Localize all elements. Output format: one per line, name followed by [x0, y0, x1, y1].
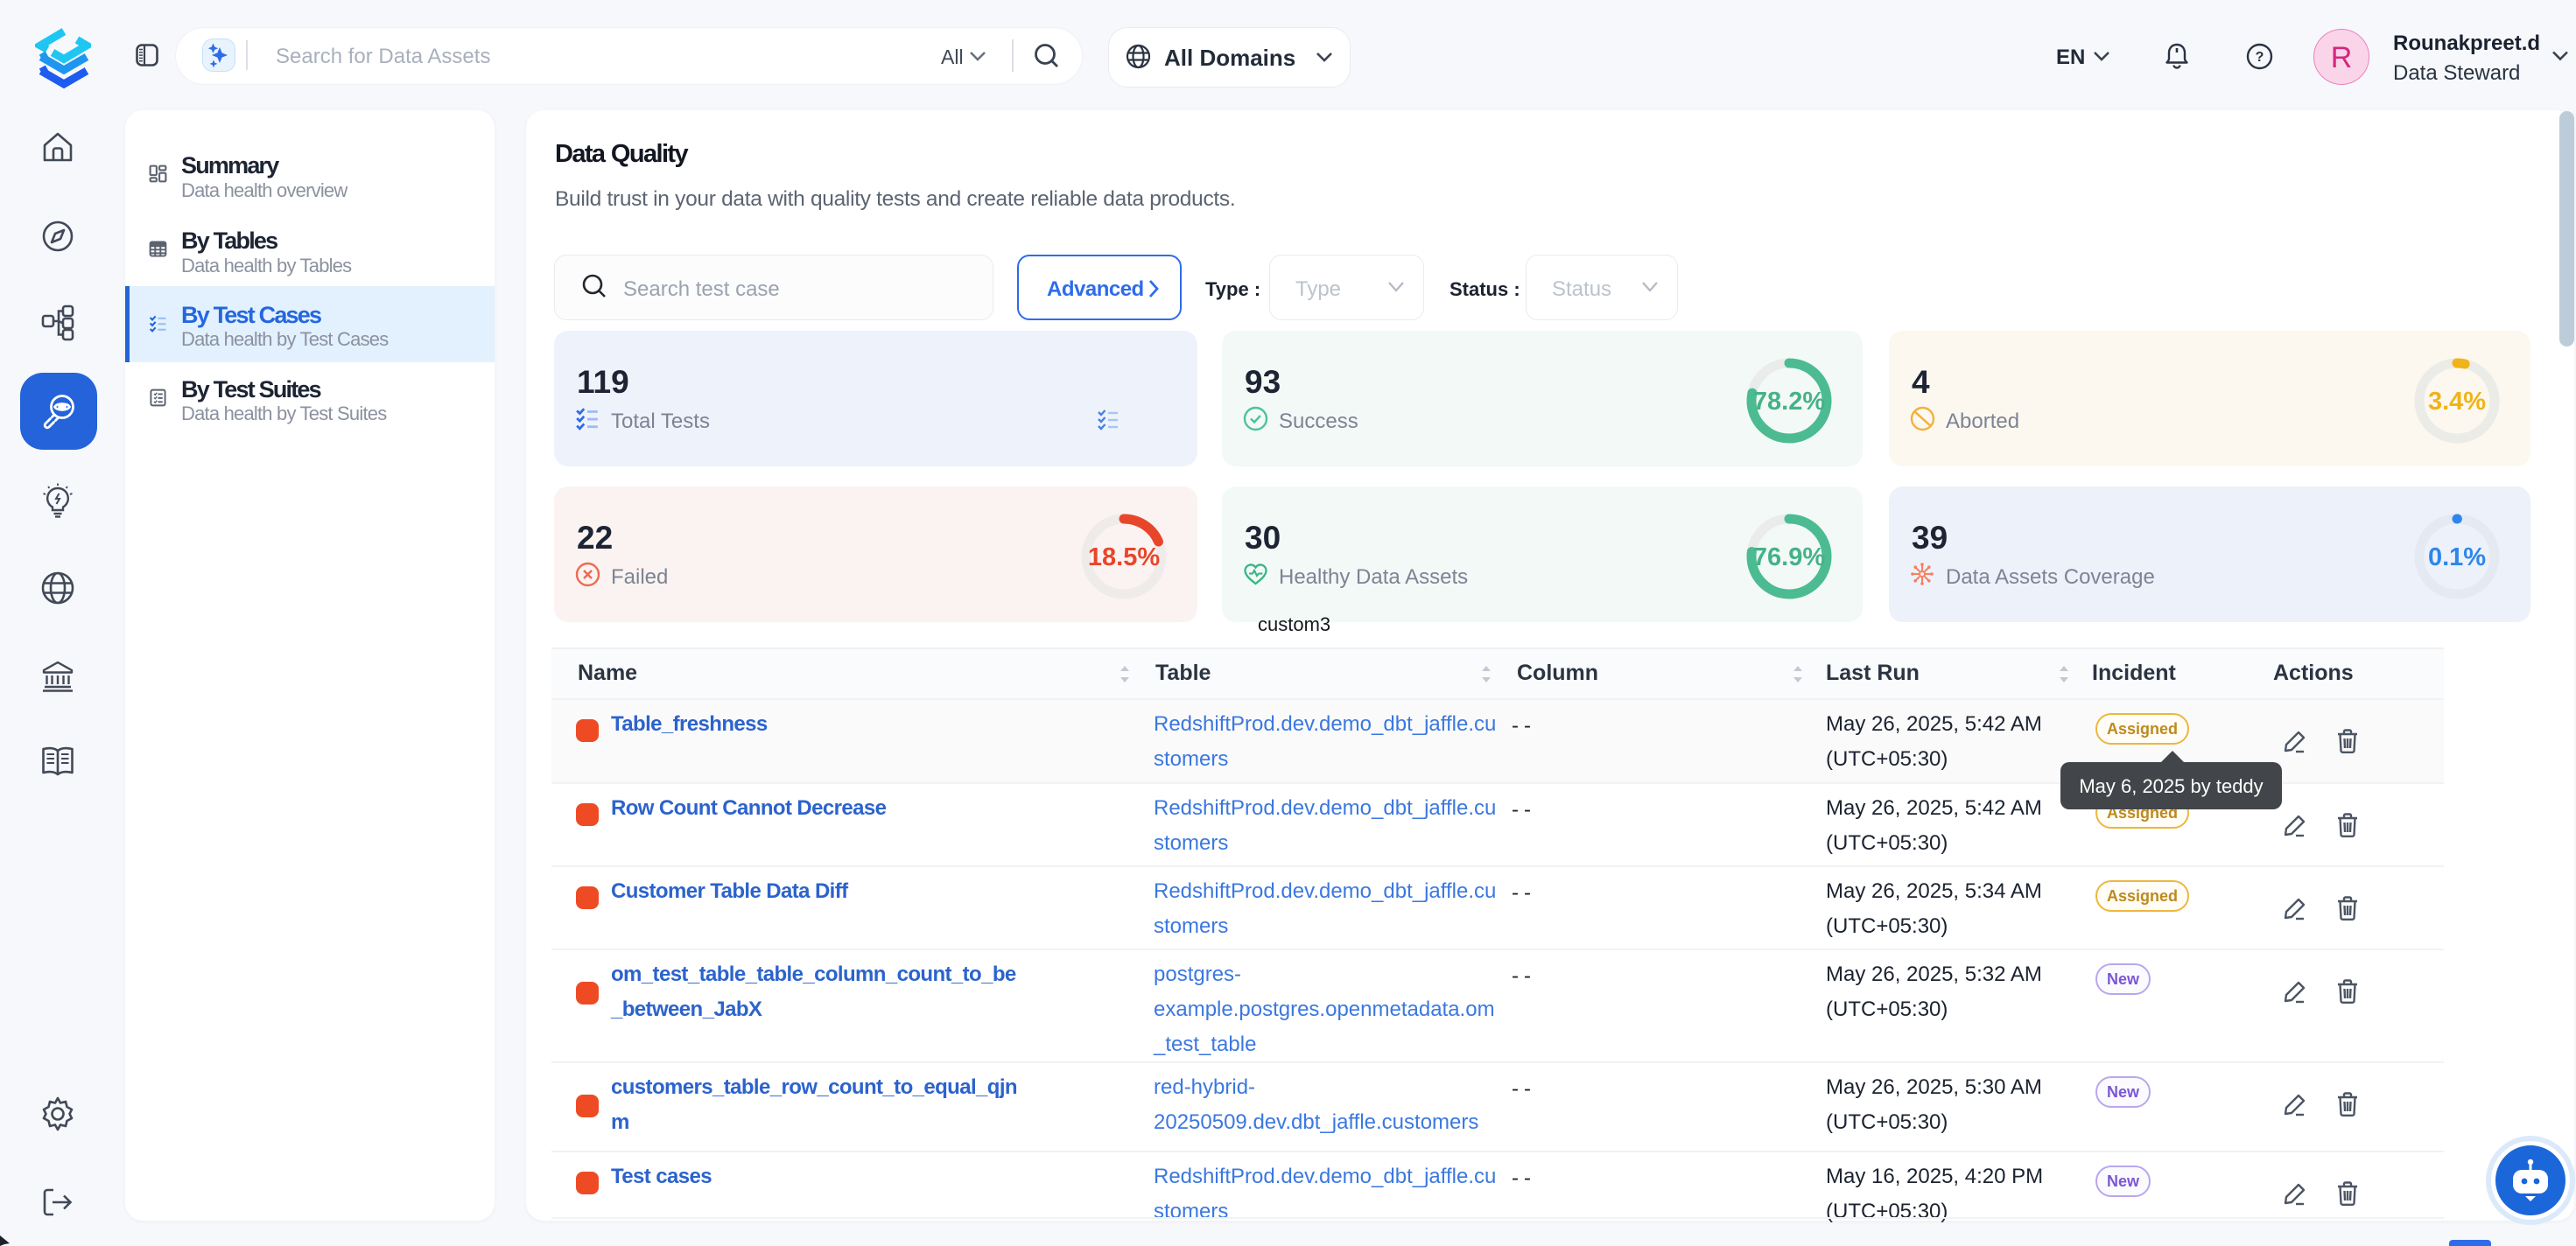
svg-text:?: ? — [2256, 50, 2264, 65]
